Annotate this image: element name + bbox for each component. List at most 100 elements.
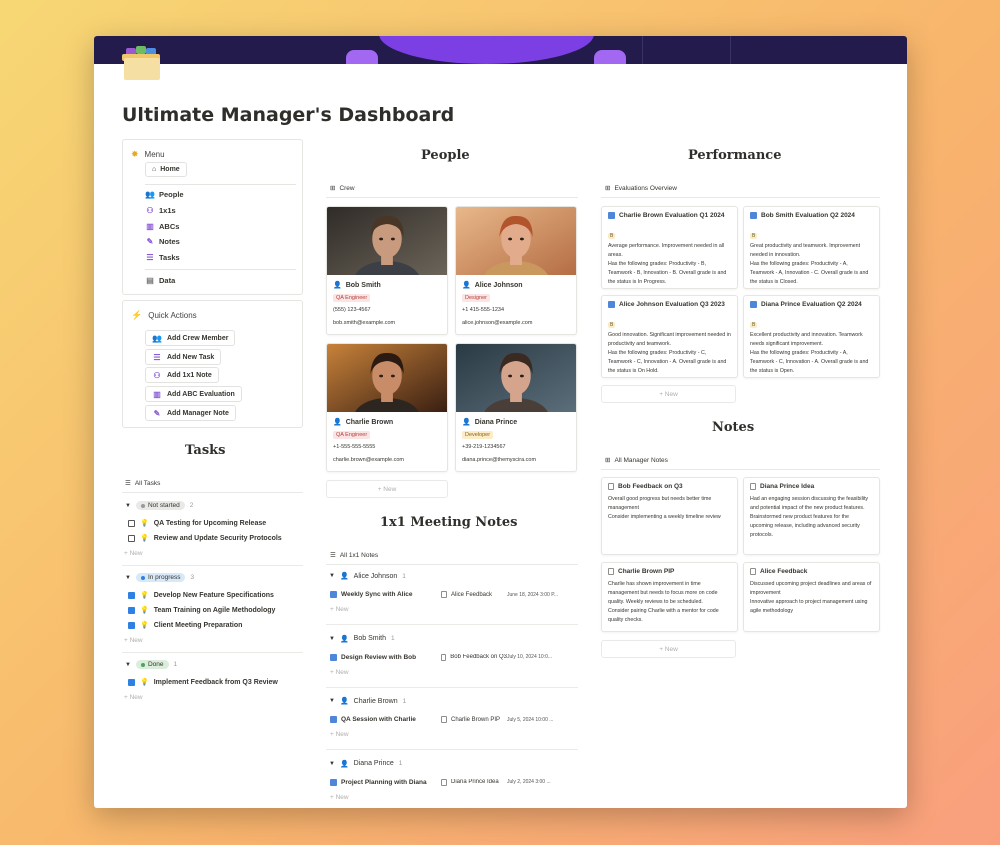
person-name: 👤 Alice Johnson bbox=[462, 281, 523, 290]
notes-heading: Notes bbox=[712, 420, 755, 435]
new-note-button[interactable]: + New bbox=[601, 640, 736, 658]
cover-banner bbox=[94, 36, 907, 64]
add-new-task-button[interactable]: ☰ Add New Task bbox=[145, 349, 222, 365]
person-phone: +1-555-555-5555 bbox=[333, 444, 376, 450]
meeting-group-header[interactable]: ▼ 👤 Diana Prince 1 bbox=[329, 760, 402, 768]
gallery-icon: ⊞ bbox=[605, 185, 611, 192]
caret-down-icon: ▼ bbox=[125, 502, 131, 509]
linked-note[interactable]: Alice Feedback bbox=[441, 591, 507, 598]
task-checkbox[interactable] bbox=[128, 519, 135, 527]
task-checkbox[interactable] bbox=[128, 606, 135, 614]
new-person-button[interactable]: + New bbox=[326, 480, 448, 498]
menu-item-data[interactable]: ▤ Data bbox=[145, 276, 175, 285]
people-icon: 👥 bbox=[152, 333, 162, 343]
people-heading: People bbox=[421, 148, 470, 163]
meeting-row[interactable]: Design Review with Bob Bob Feedback on Q3… bbox=[330, 653, 552, 661]
person-icon: 👤 bbox=[333, 282, 342, 289]
evaluation-card[interactable]: Charlie Brown Evaluation Q1 2024 B Average… bbox=[601, 206, 738, 289]
person-card[interactable]: 👤 Bob Smith QA Engineer (555) 123-4567 bob.s… bbox=[326, 206, 448, 335]
new-evaluation-button[interactable]: + New bbox=[601, 385, 736, 403]
evaluation-text: Has the following grades: Productivity -… bbox=[750, 261, 869, 285]
new-meeting-row[interactable]: + New bbox=[330, 731, 349, 738]
person-email: alice.johnson@example.com bbox=[462, 320, 533, 326]
meeting-row[interactable]: Weekly Sync with Alice Alice Feedback June… bbox=[330, 591, 558, 598]
meeting-group-header[interactable]: ▼ 👤 Charlie Brown 1 bbox=[329, 697, 406, 706]
manager-note-card[interactable]: Diana Prince Idea Had an engaging session… bbox=[743, 477, 880, 555]
group-count: 2 bbox=[189, 502, 194, 509]
task-row[interactable]: 💡 Implement Feedback from Q3 Review bbox=[128, 678, 278, 686]
grade-badge: B bbox=[608, 322, 616, 328]
add-crew-member-button[interactable]: 👥 Add Crew Member bbox=[145, 330, 236, 346]
task-checkbox[interactable] bbox=[128, 591, 135, 599]
person-name: 👤 Bob Smith bbox=[333, 281, 381, 290]
checklist-icon: ☰ bbox=[153, 352, 161, 362]
person-card[interactable]: 👤 Diana Prince Developer +39-219-1234567 dia… bbox=[455, 343, 577, 472]
person-card[interactable]: 👤 Charlie Brown QA Engineer +1-555-555-5555… bbox=[326, 343, 448, 472]
evaluation-title: Alice Johnson Evaluation Q3 2023 bbox=[619, 301, 725, 308]
tab-evaluations-overview[interactable]: ⊞ Evaluations Overview bbox=[605, 184, 677, 193]
task-row[interactable]: 💡 Review and Update Security Protocols bbox=[128, 534, 282, 542]
lightbulb-icon: 💡 bbox=[140, 535, 149, 542]
database-icon: ▤ bbox=[146, 276, 154, 285]
add-1x1-note-button[interactable]: ⚇ Add 1x1 Note bbox=[145, 367, 219, 383]
linked-note[interactable]: Diana Prince Idea bbox=[441, 778, 507, 786]
manager-note-card[interactable]: Charlie Brown PIP Charlie has shown impro… bbox=[601, 562, 738, 632]
task-row[interactable]: 💡 Team Training on Agile Methodology bbox=[128, 606, 275, 614]
meeting-row[interactable]: QA Session with Charlie Charlie Brown PIP… bbox=[330, 716, 553, 723]
person-icon: 👤 bbox=[333, 419, 342, 426]
grade-badge: B bbox=[750, 322, 758, 328]
task-row[interactable]: 💡 Client Meeting Preparation bbox=[128, 621, 242, 629]
task-row[interactable]: 💡 Develop New Feature Specifications bbox=[128, 591, 274, 599]
new-meeting-row[interactable]: + New bbox=[330, 669, 349, 676]
tab-all-manager-notes[interactable]: ⊞ All Manager Notes bbox=[605, 456, 668, 465]
person-email: bob.smith@example.com bbox=[333, 320, 396, 326]
menu-item-notes[interactable]: ✎ Notes bbox=[145, 237, 180, 246]
people-doc-icon bbox=[330, 653, 337, 661]
task-checkbox[interactable] bbox=[128, 678, 135, 686]
home-button[interactable]: ⌂ Home bbox=[145, 162, 187, 177]
caret-down-icon: ▼ bbox=[329, 635, 335, 642]
task-group-header[interactable]: ▼ Done 1 bbox=[125, 660, 177, 669]
manager-note-card[interactable]: Bob Feedback on Q3 Overall good progress … bbox=[601, 477, 738, 555]
manager-note-card[interactable]: Alice Feedback Discussed upcoming project… bbox=[743, 562, 880, 632]
new-meeting-row[interactable]: + New bbox=[330, 794, 349, 801]
caret-down-icon: ▼ bbox=[329, 573, 335, 579]
tab-all-1x1-notes[interactable]: ☰ All 1x1 Notes bbox=[330, 551, 378, 560]
evaluation-card[interactable]: Alice Johnson Evaluation Q3 2023 B Good in… bbox=[601, 295, 738, 378]
evaluation-card[interactable]: Diana Prince Evaluation Q2 2024 B Excellen… bbox=[743, 295, 880, 378]
add-abc-evaluation-button[interactable]: ▥ Add ABC Evaluation bbox=[145, 386, 242, 402]
task-group-header[interactable]: ▼ Not started 2 bbox=[125, 501, 193, 510]
lightbulb-icon: 💡 bbox=[140, 679, 149, 686]
task-checkbox[interactable] bbox=[128, 621, 135, 629]
person-card[interactable]: 👤 Alice Johnson Designer +1 415-555-1234 ali… bbox=[455, 206, 577, 335]
page-title: Ultimate Manager's Dashboard bbox=[122, 104, 455, 126]
chart-doc-icon bbox=[608, 212, 615, 219]
menu-item-tasks[interactable]: ☰ Tasks bbox=[145, 253, 179, 262]
meeting-group-header[interactable]: ▼ 👤 Bob Smith 1 bbox=[329, 635, 395, 643]
home-icon: ⌂ bbox=[152, 166, 157, 173]
new-task-row[interactable]: + New bbox=[124, 637, 143, 644]
menu-item-1x1s[interactable]: ⚇ 1x1s bbox=[145, 206, 175, 215]
meeting-group-header[interactable]: ▼ 👤 Alice Johnson 1 bbox=[329, 572, 406, 581]
linked-note[interactable]: Charlie Brown PIP bbox=[441, 716, 507, 723]
tab-all-tasks[interactable]: ☰ All Tasks bbox=[125, 479, 160, 488]
evaluation-card[interactable]: Bob Smith Evaluation Q2 2024 B Great produ… bbox=[743, 206, 880, 289]
linked-note[interactable]: Bob Feedback on Q3 bbox=[441, 653, 507, 661]
menu-item-abcs[interactable]: ▥ ABCs bbox=[145, 222, 179, 231]
menu-item-people[interactable]: 👥 People bbox=[145, 190, 184, 199]
people-doc-icon bbox=[330, 716, 337, 723]
chart-doc-icon bbox=[750, 301, 757, 308]
add-manager-note-button[interactable]: ✎ Add Manager Note bbox=[145, 405, 236, 421]
meeting-row[interactable]: Project Planning with Diana Diana Prince … bbox=[330, 778, 551, 786]
page-icon bbox=[750, 568, 756, 575]
evaluation-text: Has the following grades: Productivity -… bbox=[750, 350, 869, 374]
new-task-row[interactable]: + New bbox=[124, 694, 143, 701]
new-task-row[interactable]: + New bbox=[124, 550, 143, 557]
page-icon bbox=[608, 568, 614, 575]
task-row[interactable]: 💡 QA Testing for Upcoming Release bbox=[128, 519, 266, 527]
task-group-header[interactable]: ▼ In progress 3 bbox=[125, 573, 194, 582]
task-checkbox[interactable] bbox=[128, 534, 135, 542]
new-meeting-row[interactable]: + New bbox=[330, 606, 349, 613]
people-icon: 👥 bbox=[145, 190, 155, 199]
tab-crew[interactable]: ⊞ Crew bbox=[330, 184, 355, 193]
